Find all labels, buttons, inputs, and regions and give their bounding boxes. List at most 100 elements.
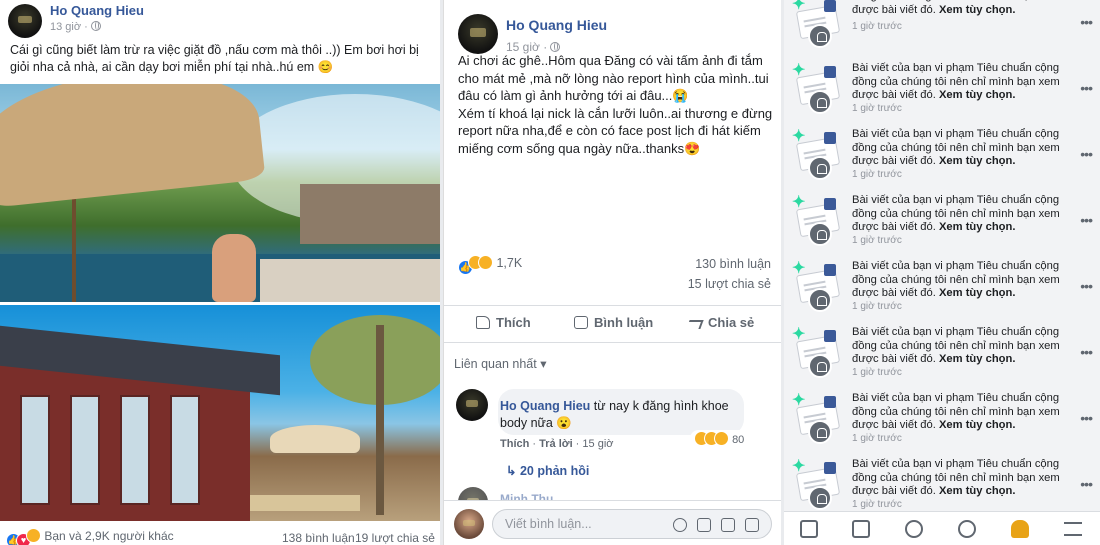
comment-actions: Thích · Trả lời · 15 giờ: [500, 438, 614, 450]
notification-text: Bài viết của bạn vi phạm Tiêu chuẩn cộng…: [852, 326, 1062, 367]
lounger-shape: [250, 495, 360, 511]
notification-time: 1 giờ trước: [852, 169, 902, 180]
notification-item[interactable]: ✦ Bài viết của bạn vi phạm Tiêu chuẩn cộn…: [784, 386, 1100, 452]
more-options-icon[interactable]: •••: [1080, 14, 1093, 30]
groups-icon[interactable]: [958, 520, 976, 538]
notification-text: Bài viết của bạn vi phạm Tiêu chuẩn cộng…: [852, 458, 1062, 499]
like-button[interactable]: Thích: [476, 315, 531, 330]
notification-item[interactable]: ✦ Bài viết của bạn vi phạm Tiêu chuẩn cộn…: [784, 122, 1100, 188]
more-options-icon[interactable]: •••: [1080, 80, 1093, 96]
replies-label: 20 phản hồi: [519, 464, 590, 478]
bell-icon: [808, 288, 832, 312]
author-name[interactable]: Ho Quang Hieu: [506, 17, 607, 33]
facebook-badge-icon: [824, 396, 836, 408]
notification-item[interactable]: ✦ đồng của chúng tôi nên chỉ mình bạn xem…: [784, 0, 1100, 56]
comment-icon: [574, 316, 588, 329]
reaction-summary[interactable]: 👍 ♥ Bạn và 2,9K người khác: [6, 528, 174, 545]
camera-icon[interactable]: [697, 518, 711, 532]
facebook-badge-icon: [824, 330, 836, 342]
view-options-link[interactable]: Xem tùy chọn.: [939, 4, 1015, 16]
profile-icon[interactable]: [905, 520, 923, 538]
notification-time: 1 giờ trước: [852, 367, 902, 378]
share-button[interactable]: Chia sẻ: [686, 315, 755, 330]
comment-sort-dropdown[interactable]: Liên quan nhất ▾: [454, 356, 546, 371]
sticker-icon[interactable]: [745, 518, 759, 532]
view-options-link[interactable]: Xem tùy chọn.: [939, 287, 1015, 299]
notifications-panel: ✦ đồng của chúng tôi nên chỉ mình bạn xem…: [784, 0, 1100, 545]
view-options-link[interactable]: Xem tùy chọn.: [939, 485, 1015, 497]
bell-icon: [808, 156, 832, 180]
palm-tree: [340, 325, 420, 515]
notification-item[interactable]: ✦ Bài viết của bạn vi phạm Tiêu chuẩn cộn…: [784, 254, 1100, 320]
view-options-link[interactable]: Xem tùy chọn.: [939, 89, 1015, 101]
umbrella-shape: [0, 84, 266, 209]
notifications-bell-icon[interactable]: [1011, 520, 1029, 538]
umbrella-shape: [270, 425, 360, 453]
share-count[interactable]: 19 lượt chia sẻ: [355, 531, 435, 545]
notification-text: Bài viết của bạn vi phạm Tiêu chuẩn cộng…: [852, 128, 1062, 169]
menu-icon[interactable]: [1064, 522, 1082, 536]
more-options-icon[interactable]: •••: [1080, 476, 1093, 492]
more-options-icon[interactable]: •••: [1080, 344, 1093, 360]
facebook-badge-icon: [824, 462, 836, 474]
comment-reactions[interactable]: 80: [690, 430, 749, 447]
comment-like-link[interactable]: Thích: [500, 438, 529, 450]
notification-item[interactable]: ✦ Bài viết của bạn vi phạm Tiêu chuẩn cộn…: [784, 320, 1100, 386]
comment-author[interactable]: Ho Quang Hieu: [500, 399, 590, 413]
post-text: Ai chơi ác ghê..Hôm qua Đăng có vài tấm …: [458, 53, 773, 156]
notification-icon: ✦: [792, 195, 842, 246]
view-options-link[interactable]: Xem tùy chọn.: [939, 155, 1015, 167]
notification-icon: ✦: [792, 393, 842, 444]
more-options-icon[interactable]: •••: [1080, 212, 1093, 228]
watch-icon[interactable]: [852, 520, 870, 538]
emoji-icon[interactable]: [673, 518, 687, 532]
notification-time: 1 giờ trước: [852, 499, 902, 510]
bell-icon: [808, 420, 832, 444]
view-options-link[interactable]: Xem tùy chọn.: [939, 353, 1015, 365]
bell-icon: [808, 24, 832, 48]
notification-item[interactable]: ✦ Bài viết của bạn vi phạm Tiêu chuẩn cộn…: [784, 56, 1100, 122]
window-shape: [20, 395, 50, 505]
post-2: Ho Quang Hieu 15 giờ · Ai chơi ác ghê..H…: [443, 0, 781, 545]
comment-reaction-count: 80: [732, 434, 745, 446]
more-options-icon[interactable]: •••: [1080, 278, 1093, 294]
notification-icon: ✦: [792, 459, 842, 510]
facebook-badge-icon: [824, 66, 836, 78]
like-label: Thích: [496, 315, 531, 330]
comment-count[interactable]: 130 bình luận: [695, 257, 771, 271]
comment-reply-link[interactable]: Trả lời: [539, 438, 573, 450]
more-options-icon[interactable]: •••: [1080, 410, 1093, 426]
news-feed-icon[interactable]: [800, 520, 818, 538]
notification-item[interactable]: ✦ Bài viết của bạn vi phạm Tiêu chuẩn cộn…: [784, 188, 1100, 254]
notification-text: đồng của chúng tôi nên chỉ mình bạn xem …: [852, 0, 1062, 17]
sad-reaction-icon: [478, 255, 493, 270]
share-label: Chia sẻ: [708, 315, 755, 330]
view-options-link[interactable]: Xem tùy chọn.: [939, 221, 1015, 233]
author-avatar[interactable]: [8, 4, 42, 38]
post-time[interactable]: 13 giờ ·: [50, 21, 101, 33]
sort-label: Liên quan nhất: [454, 357, 537, 371]
notification-time: 1 giờ trước: [852, 433, 902, 444]
share-count[interactable]: 15 lượt chia sẻ: [688, 277, 771, 291]
comment-input[interactable]: Viết bình luận...: [492, 509, 772, 539]
view-options-link[interactable]: Xem tùy chọn.: [939, 419, 1015, 431]
more-options-icon[interactable]: •••: [1080, 146, 1093, 162]
comment-count[interactable]: 138 bình luận: [282, 531, 355, 545]
author-avatar[interactable]: [458, 14, 498, 54]
gif-icon[interactable]: [721, 518, 735, 532]
comment-body: Ho Quang Hieu từ nay k đăng hình khoe bo…: [500, 398, 740, 432]
post-photo-pool[interactable]: [0, 84, 440, 302]
notification-text: Bài viết của bạn vi phạm Tiêu chuẩn cộng…: [852, 392, 1062, 433]
view-replies-link[interactable]: ↳ 20 phản hồi: [506, 463, 589, 478]
comment-button[interactable]: Bình luận: [574, 315, 653, 330]
globe-icon: [550, 42, 561, 52]
notification-item[interactable]: ✦ Bài viết của bạn vi phạm Tiêu chuẩn cộn…: [784, 452, 1100, 518]
reaction-summary-text: Bạn và 2,9K người khác: [44, 529, 174, 543]
commenter-avatar[interactable]: [456, 389, 488, 421]
reaction-summary[interactable]: 👍 1,7K: [458, 255, 522, 275]
author-name[interactable]: Ho Quang Hieu: [50, 3, 144, 18]
notification-text: Bài viết của bạn vi phạm Tiêu chuẩn cộng…: [852, 62, 1062, 103]
post-photo-villa[interactable]: [0, 305, 440, 521]
globe-icon: [90, 21, 101, 31]
notification-icon: ✦: [792, 129, 842, 180]
